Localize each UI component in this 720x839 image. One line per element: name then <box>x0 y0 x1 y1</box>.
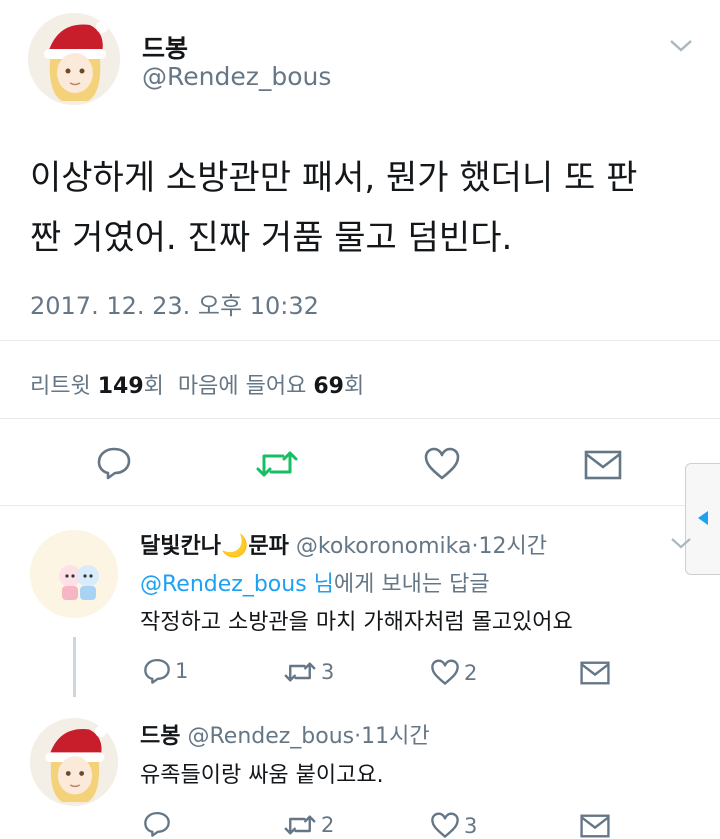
chevron-down-icon[interactable] <box>668 38 694 54</box>
envelope-icon <box>584 450 622 480</box>
timestamp[interactable]: 2017. 12. 23. 오후 10:32 <box>30 286 319 321</box>
like-stat-suffix: 회 <box>343 374 365 399</box>
like-button[interactable]: 3 <box>430 812 477 839</box>
moon-emoji: 🌙 <box>220 534 249 559</box>
reply-header: 드봉 @Rendez_bous·11시간 <box>140 718 430 750</box>
reply-icon <box>97 447 131 480</box>
retweet-button[interactable]: 2 <box>283 813 334 837</box>
retweet-stat-label: 리트윗 <box>30 374 91 399</box>
replying-to-handle[interactable]: @Rendez_bous 님 <box>140 572 334 597</box>
reply-button[interactable] <box>143 810 171 838</box>
reply-text: 유족들이랑 싸움 붙이고요. <box>140 763 384 788</box>
avatar[interactable] <box>28 13 120 105</box>
retweet-icon <box>284 662 316 682</box>
retweet-count: 2 <box>321 813 335 837</box>
separator-dot: · <box>471 534 479 559</box>
like-count: 2 <box>464 660 478 685</box>
avatar[interactable] <box>30 718 118 806</box>
divider <box>0 340 720 341</box>
like-stat-label: 마음에 들어요 <box>177 374 307 399</box>
handle[interactable]: @Rendez_bous <box>187 724 354 749</box>
display-name[interactable]: 드봉 <box>142 29 188 65</box>
message-button[interactable] <box>580 661 610 685</box>
reply-text: 작정하고 소방관을 마치 가해자처럼 몰고있어요 <box>140 610 573 635</box>
retweet-stat-suffix: 회 <box>143 374 164 399</box>
reply-icon <box>144 811 170 837</box>
replying-to-label: 에게 보내는 답글 <box>333 572 490 597</box>
retweet-stat-count[interactable]: 149 <box>98 374 144 399</box>
reply-button[interactable]: 1 <box>143 657 188 685</box>
replying-to: @Rendez_bous 님에게 보내는 답글 <box>140 566 490 598</box>
tweet-stats: 리트윗 149회 마음에 들어요 69회 <box>30 368 364 400</box>
reply-header: 달빛칸나🌙문파 @kokoronomika·12시간 <box>140 528 547 560</box>
heart-icon <box>431 812 459 838</box>
like-button[interactable]: 2 <box>430 659 477 686</box>
reply-icon <box>144 658 170 684</box>
time-ago[interactable]: 12시간 <box>479 534 547 559</box>
divider <box>0 418 720 419</box>
side-panel-handle[interactable] <box>685 463 720 575</box>
message-button[interactable] <box>580 814 610 838</box>
like-count: 3 <box>464 813 478 838</box>
tweet-text-line-2: 짠 거였어. 진짜 거품 물고 덤빈다. <box>30 218 513 258</box>
retweet-button[interactable] <box>255 448 299 480</box>
reply-count: 1 <box>175 659 189 683</box>
chevron-down-icon[interactable] <box>670 537 692 551</box>
retweet-icon <box>284 815 316 835</box>
display-name[interactable]: 드봉 <box>140 724 180 749</box>
display-name-suffix[interactable]: 문파 <box>248 534 288 559</box>
divider <box>0 505 720 506</box>
like-button[interactable] <box>423 447 461 481</box>
envelope-icon <box>580 814 610 838</box>
like-stat-count[interactable]: 69 <box>313 374 344 399</box>
reply-button[interactable] <box>96 446 132 480</box>
retweet-count: 3 <box>321 660 335 684</box>
handle[interactable]: @kokoronomika <box>296 534 472 559</box>
heart-icon <box>431 659 459 685</box>
retweet-icon <box>256 451 298 477</box>
display-name[interactable]: 달빛칸나 <box>140 534 221 559</box>
avatar[interactable] <box>30 530 118 618</box>
heart-icon <box>424 447 460 480</box>
time-ago[interactable]: 11시간 <box>361 724 429 749</box>
retweet-button[interactable]: 3 <box>283 660 334 684</box>
handle[interactable]: @Rendez_bous <box>142 62 331 91</box>
tweet-text-line-1: 이상하게 소방관만 패서, 뭔가 했더니 또 판 <box>30 158 638 198</box>
envelope-icon <box>580 661 610 685</box>
thread-line <box>73 637 76 697</box>
arrow-left-icon <box>698 511 708 525</box>
message-button[interactable] <box>584 450 622 480</box>
